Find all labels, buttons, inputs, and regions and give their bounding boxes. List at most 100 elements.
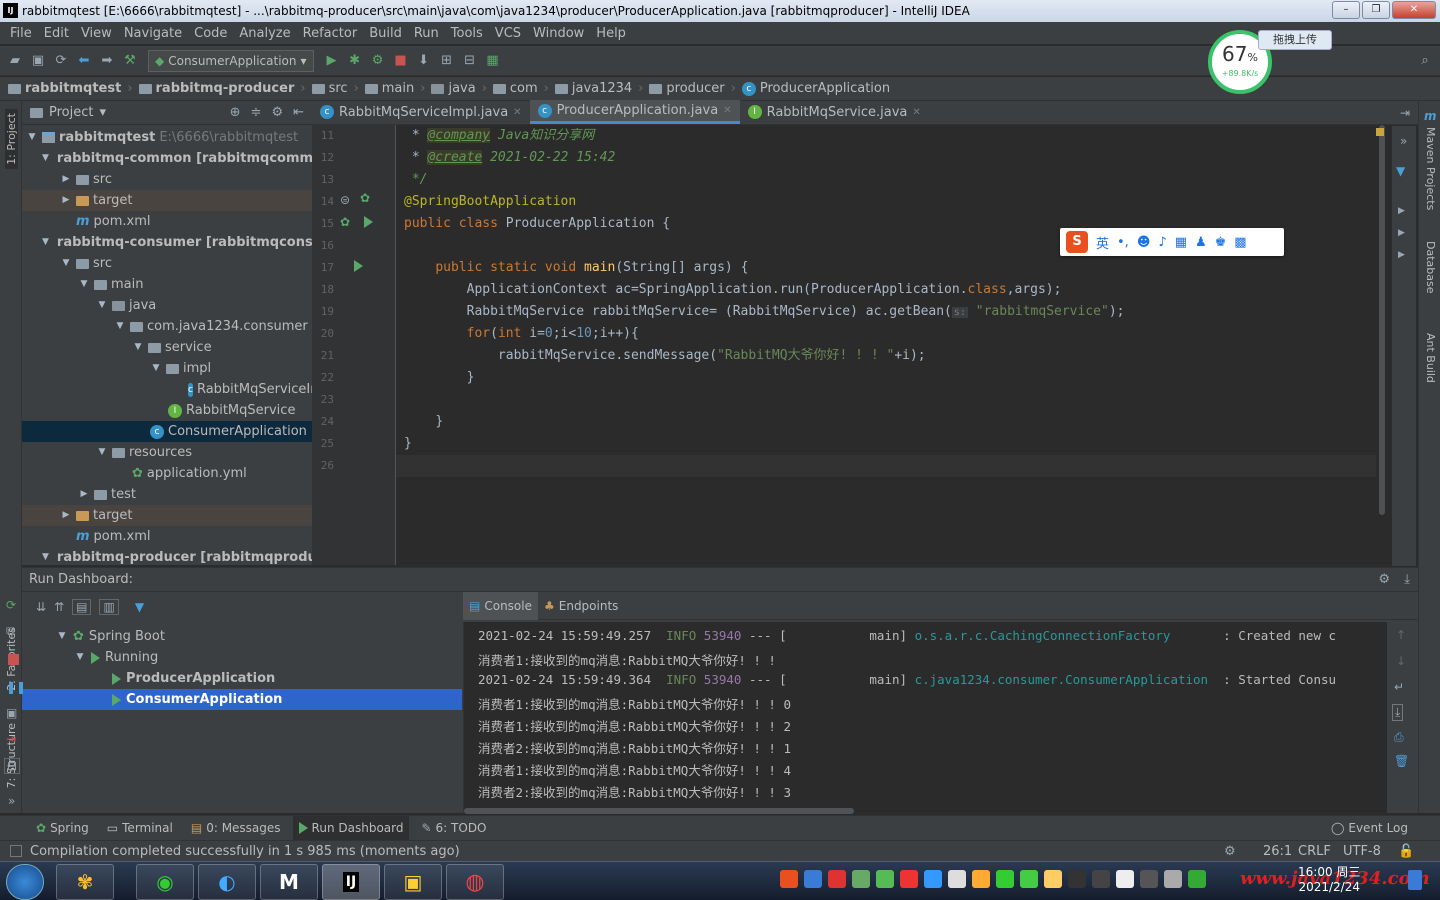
coverage-icon[interactable]: ⚙: [369, 52, 387, 70]
terminal-tool-button[interactable]: ▭ Terminal: [101, 816, 179, 841]
breadcrumb-item[interactable]: java1234: [554, 81, 632, 96]
scroll-from-source-icon[interactable]: ⊕: [230, 105, 241, 120]
maven-projects-tool-button[interactable]: Maven Projects: [1424, 127, 1437, 210]
shield-tray-icon[interactable]: [852, 870, 870, 888]
app-tray-icon[interactable]: [972, 870, 990, 888]
group-by-config-icon[interactable]: ▥: [99, 599, 119, 615]
ime-mode[interactable]: 英: [1096, 233, 1109, 252]
tab-rabbitmqserviceimpl[interactable]: c RabbitMqServiceImpl.java ✕: [312, 100, 530, 124]
tab-rabbitmqservice[interactable]: I RabbitMqService.java ✕: [740, 100, 929, 124]
breadcrumb-item[interactable]: producer: [649, 81, 725, 96]
menu-navigate[interactable]: Navigate: [118, 26, 188, 41]
tree-item-resources[interactable]: ▼ resources: [22, 442, 312, 463]
code-editor[interactable]: 11 12 13 14 15 16 17 18 19 20 21 22 23 2…: [312, 125, 1388, 565]
menu-file[interactable]: File: [4, 26, 38, 41]
breadcrumb-item[interactable]: rabbitmq-producer: [138, 81, 294, 96]
nvidia-tray-icon[interactable]: [876, 870, 894, 888]
toolbox-icon[interactable]: ▩: [1234, 235, 1246, 250]
ant-build-tool-button[interactable]: Ant Build: [1424, 333, 1437, 383]
tree-item-rabbitmqtest[interactable]: ▼ rabbitmqtest E:\6666\rabbitmqtest: [22, 127, 312, 148]
debug-rerun-icon[interactable]: ⧉: [6, 624, 15, 639]
tree-item-class[interactable]: cRabbitMqServiceImpl: [22, 379, 312, 400]
taskbar-app-butterfly[interactable]: ✾: [56, 864, 114, 900]
antivirus-tray-icon[interactable]: [828, 870, 846, 888]
back-icon[interactable]: ⬅: [75, 52, 93, 70]
breadcrumb-item[interactable]: rabbitmqtest: [8, 81, 121, 96]
tab-endpoints[interactable]: ♣ Endpoints: [538, 592, 624, 620]
tree-item-producer-application[interactable]: ProducerApplication: [22, 668, 462, 689]
qq2-tray-icon[interactable]: [1068, 870, 1086, 888]
lock-icon[interactable]: 🔓: [1398, 844, 1414, 859]
scroll-thumb[interactable]: [1379, 125, 1385, 515]
network-tray-icon[interactable]: [924, 870, 942, 888]
spring-tool-button[interactable]: ✿ Spring: [30, 816, 95, 841]
tree-item-rabbitmq-consumer[interactable]: ▼rabbitmq-consumer [rabbitmqconsumer]: [22, 232, 312, 253]
run-icon[interactable]: ▶: [323, 52, 341, 70]
project-structure-icon[interactable]: ▦: [484, 52, 502, 70]
layout-icon[interactable]: ⊟: [4, 758, 21, 774]
tree-item-consumer-application[interactable]: ConsumerApplication: [22, 689, 462, 710]
tree-item-src[interactable]: ▼ src: [22, 253, 312, 274]
breadcrumb-item[interactable]: main: [364, 81, 414, 96]
menu-code[interactable]: Code: [188, 26, 233, 41]
project-view-select[interactable]: Project: [49, 105, 93, 120]
microphone-icon[interactable]: ♪: [1158, 235, 1166, 250]
expand-all-icon[interactable]: ⇊: [36, 600, 46, 614]
tree-item-interface[interactable]: I RabbitMqService: [22, 400, 312, 421]
tool-windows-icon[interactable]: [10, 845, 22, 857]
tree-item-pom[interactable]: m pom.xml: [22, 211, 312, 232]
maximize-button[interactable]: ❐: [1362, 1, 1390, 19]
rerun-icon[interactable]: ⟳: [6, 598, 16, 612]
box-tray-icon[interactable]: [804, 870, 822, 888]
user-icon[interactable]: ♟: [1195, 235, 1207, 250]
close-button[interactable]: ✕: [1392, 1, 1436, 19]
structure-icon[interactable]: ⊞: [438, 52, 456, 70]
taskbar-app-chrome[interactable]: ◍: [446, 864, 504, 900]
tree-item-spring-boot[interactable]: ▼ ✿ Spring Boot: [22, 626, 462, 647]
taskbar-app-explorer[interactable]: ▣: [384, 864, 442, 900]
keyboard-icon[interactable]: ▦: [1175, 235, 1187, 250]
spring-bean-icon[interactable]: ✿: [340, 215, 350, 229]
chevron-down-icon[interactable]: ▾: [99, 105, 106, 120]
pause-icon[interactable]: ❚❚: [6, 680, 26, 694]
gear-icon[interactable]: ⚙: [1378, 568, 1390, 592]
tree-expand-icon[interactable]: ▼: [1396, 164, 1405, 178]
sdk-icon[interactable]: ⊟: [461, 52, 479, 70]
run-main-gutter-icon[interactable]: [354, 260, 363, 272]
tree-item-rabbitmq-producer[interactable]: ▼rabbitmq-producer [rabbitmqproducer]: [22, 547, 312, 565]
tree-item-running[interactable]: ▼ Running: [22, 647, 462, 668]
tree-item-yml[interactable]: ✿ application.yml: [22, 463, 312, 484]
horizontal-scrollbar[interactable]: [464, 808, 854, 814]
drag-upload-button[interactable]: 拖拽上传: [1258, 30, 1332, 50]
menu-run[interactable]: Run: [408, 26, 445, 41]
menu-vcs[interactable]: VCS: [489, 26, 527, 41]
tree-item-service[interactable]: ▼ service: [22, 337, 312, 358]
taskbar-app-intellij[interactable]: IJ: [322, 864, 380, 900]
tree-collapsed-icon[interactable]: ▶: [1398, 206, 1405, 216]
close-icon[interactable]: ✕: [723, 105, 731, 116]
forward-icon[interactable]: ➡: [98, 52, 116, 70]
minimize-button[interactable]: –: [1332, 1, 1360, 19]
sogou-s-tray-icon[interactable]: [900, 870, 918, 888]
collapse-all-icon[interactable]: ≑: [251, 105, 262, 120]
tab-producerapplication[interactable]: c ProducerApplication.java ✕: [529, 100, 740, 124]
cloud2-tray-icon[interactable]: [1116, 870, 1134, 888]
tree-item-package[interactable]: ▼ com.java1234.consumer: [22, 316, 312, 337]
sync-icon[interactable]: ⟳: [52, 52, 70, 70]
expand-icon[interactable]: »: [1400, 134, 1407, 148]
close-icon[interactable]: ✕: [912, 107, 920, 118]
build-icon[interactable]: ⚒: [121, 52, 139, 70]
inspection-status-icon[interactable]: [1376, 128, 1384, 136]
chat-tray-icon[interactable]: [1020, 870, 1038, 888]
menu-build[interactable]: Build: [363, 26, 408, 41]
tree-item-target[interactable]: ▶ target: [22, 505, 312, 526]
messages-tool-button[interactable]: ▤ 0: Messages: [185, 816, 287, 841]
menu-window[interactable]: Window: [527, 26, 590, 41]
soft-wrap-icon[interactable]: ↵: [1394, 680, 1404, 694]
line-separator[interactable]: CRLF: [1298, 844, 1331, 859]
menu-analyze[interactable]: Analyze: [233, 26, 296, 41]
stop-icon[interactable]: ■: [392, 52, 410, 70]
menu-edit[interactable]: Edit: [38, 26, 75, 41]
cloud-tray-icon[interactable]: [948, 870, 966, 888]
save-icon[interactable]: ▣: [29, 52, 47, 70]
